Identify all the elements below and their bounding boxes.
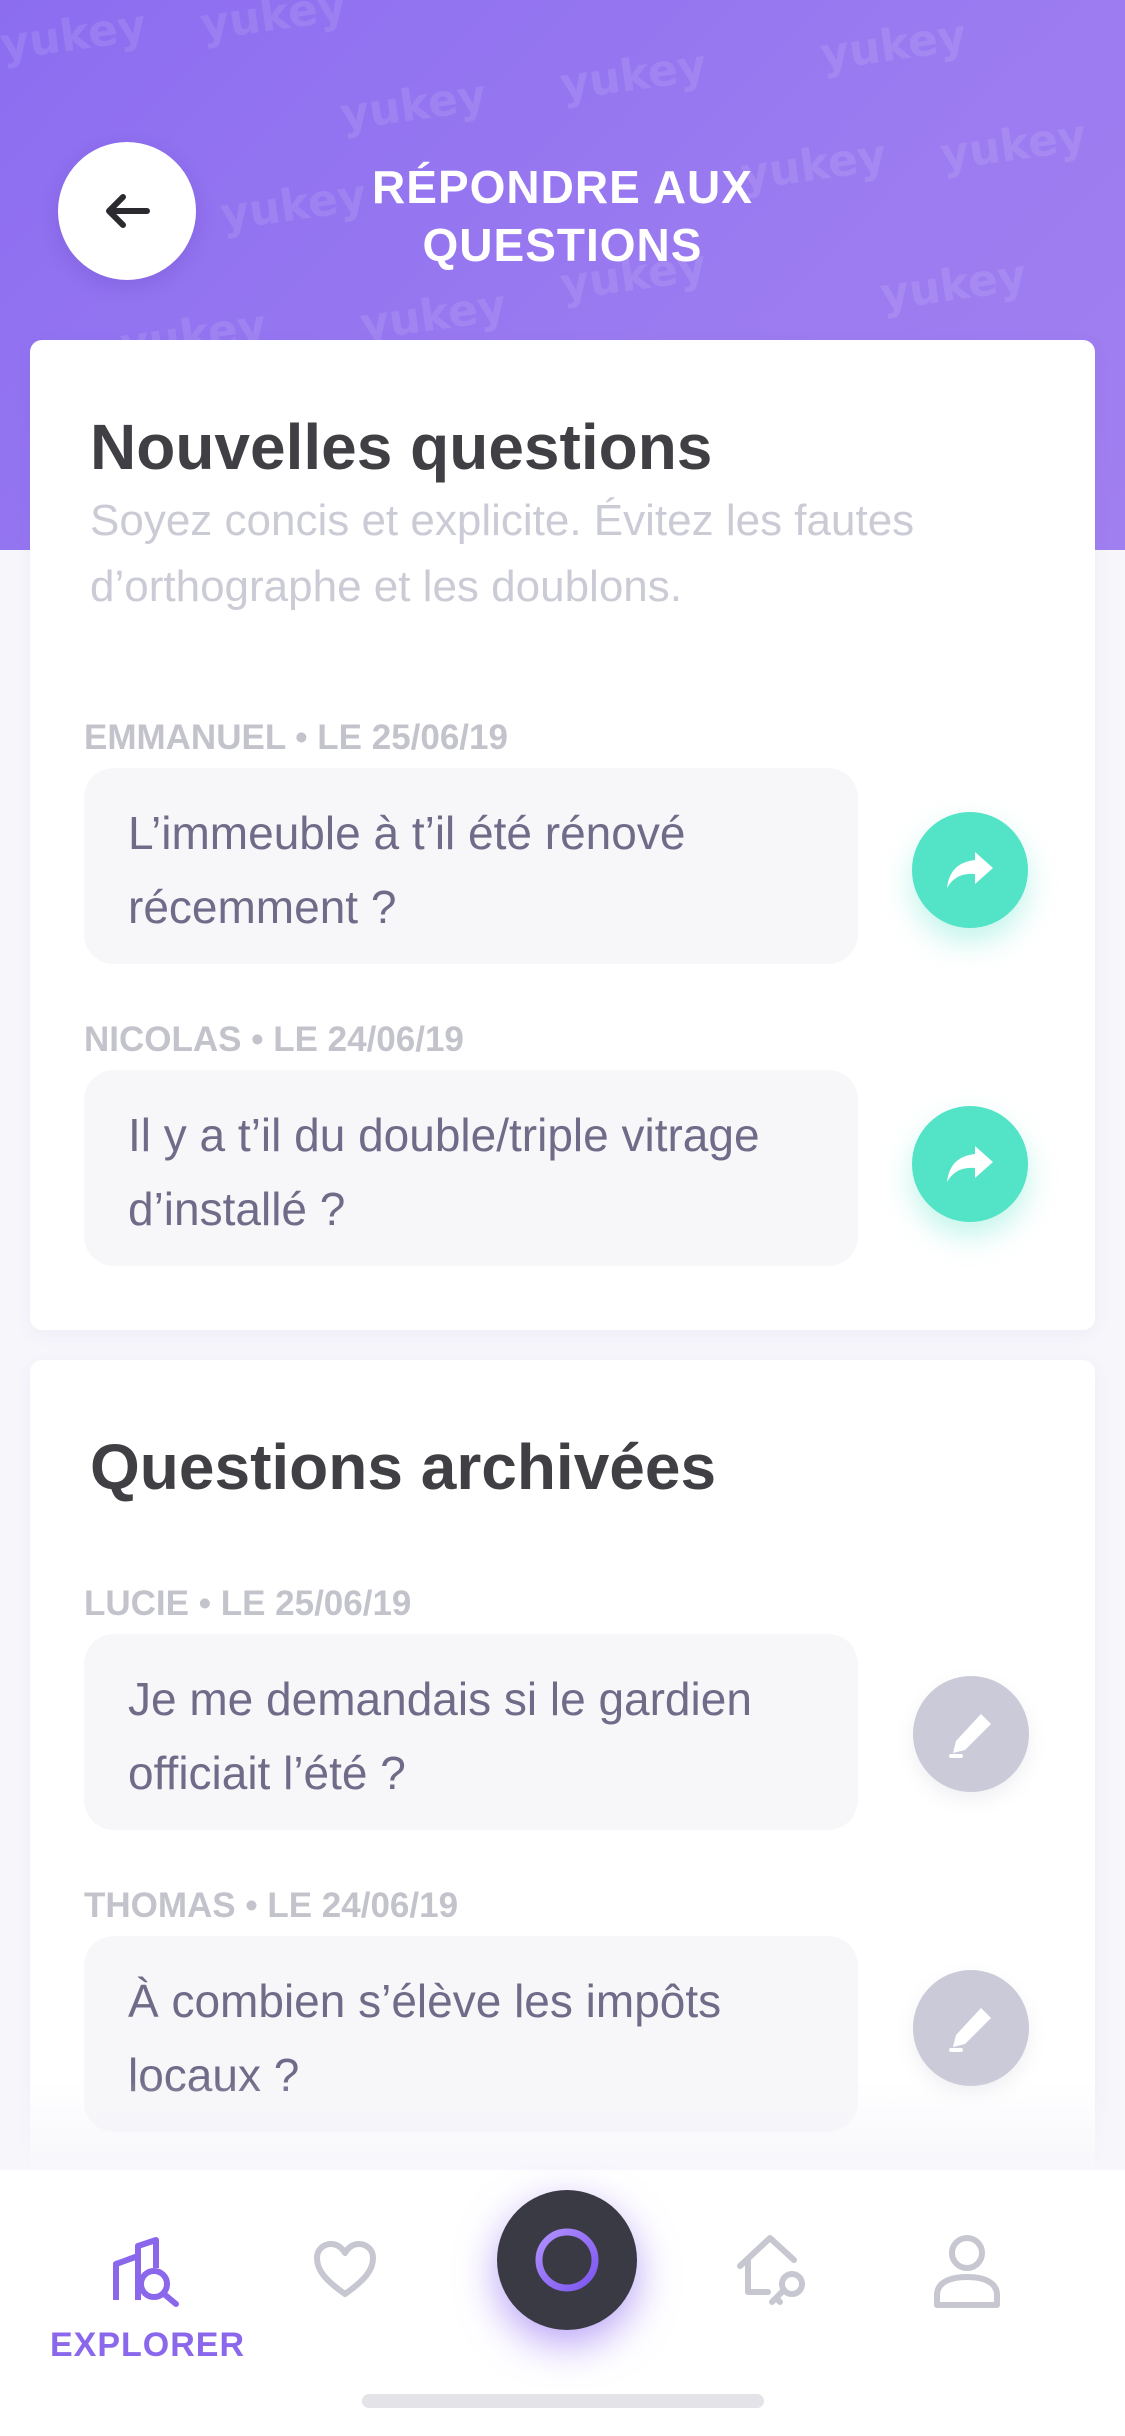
share-forward-icon — [947, 852, 993, 888]
home-key-icon — [737, 2235, 805, 2305]
pen-icon — [949, 2008, 991, 2052]
section-heading: Questions archivées — [90, 1431, 717, 1503]
reply-button[interactable] — [912, 1106, 1028, 1222]
edit-button[interactable] — [913, 1970, 1029, 2086]
section-heading: Nouvelles questions — [90, 411, 713, 483]
watermark: yukey — [817, 10, 970, 81]
question-bubble[interactable]: Je me demandais si le gardien officiait … — [84, 1634, 858, 1830]
home-indicator — [362, 2394, 764, 2408]
question-meta: THOMAS • LE 24/06/19 — [84, 1886, 459, 1925]
watermark: yukey — [0, 0, 150, 71]
watermark: yukey — [877, 250, 1030, 321]
arrow-left-icon — [106, 194, 150, 228]
question-bubble[interactable]: Il y a t’il du double/triple vitrage d’i… — [84, 1070, 858, 1266]
tab-favorites[interactable] — [300, 2230, 390, 2310]
tab-explorer-label: EXPLORER — [49, 2326, 246, 2364]
watermark: yukey — [557, 40, 710, 111]
user-icon — [934, 2235, 1000, 2308]
reply-button[interactable] — [912, 812, 1028, 928]
watermark: yukey — [337, 70, 490, 141]
question-meta: NICOLAS • LE 24/06/19 — [84, 1020, 464, 1059]
explore-icon — [113, 2237, 179, 2307]
new-questions-card: Nouvelles questions Soyez concis et expl… — [30, 340, 1095, 1330]
tab-explorer[interactable] — [100, 2226, 190, 2316]
back-button[interactable] — [58, 142, 196, 280]
center-ring-icon — [535, 2228, 599, 2292]
page-title: RÉPONDRE AUX QUESTIONS — [372, 161, 753, 271]
tab-properties[interactable] — [722, 2222, 822, 2314]
watermark: yukey — [937, 110, 1090, 181]
share-forward-icon — [947, 1146, 993, 1182]
scroll-fade — [0, 2080, 1125, 2170]
question-meta: LUCIE • LE 25/06/19 — [84, 1584, 412, 1623]
question-bubble[interactable]: L’immeuble à t’il été rénové récemment ? — [84, 768, 858, 964]
tab-profile[interactable] — [922, 2226, 1012, 2316]
watermark: yukey — [197, 0, 350, 51]
edit-button[interactable] — [913, 1676, 1029, 1792]
heart-icon — [314, 2241, 376, 2297]
question-meta: EMMANUEL • LE 25/06/19 — [84, 718, 508, 757]
pen-icon — [949, 1714, 991, 1758]
center-action-button[interactable] — [497, 2190, 637, 2330]
section-subtitle: Soyez concis et explicite. Évitez les fa… — [90, 496, 915, 611]
